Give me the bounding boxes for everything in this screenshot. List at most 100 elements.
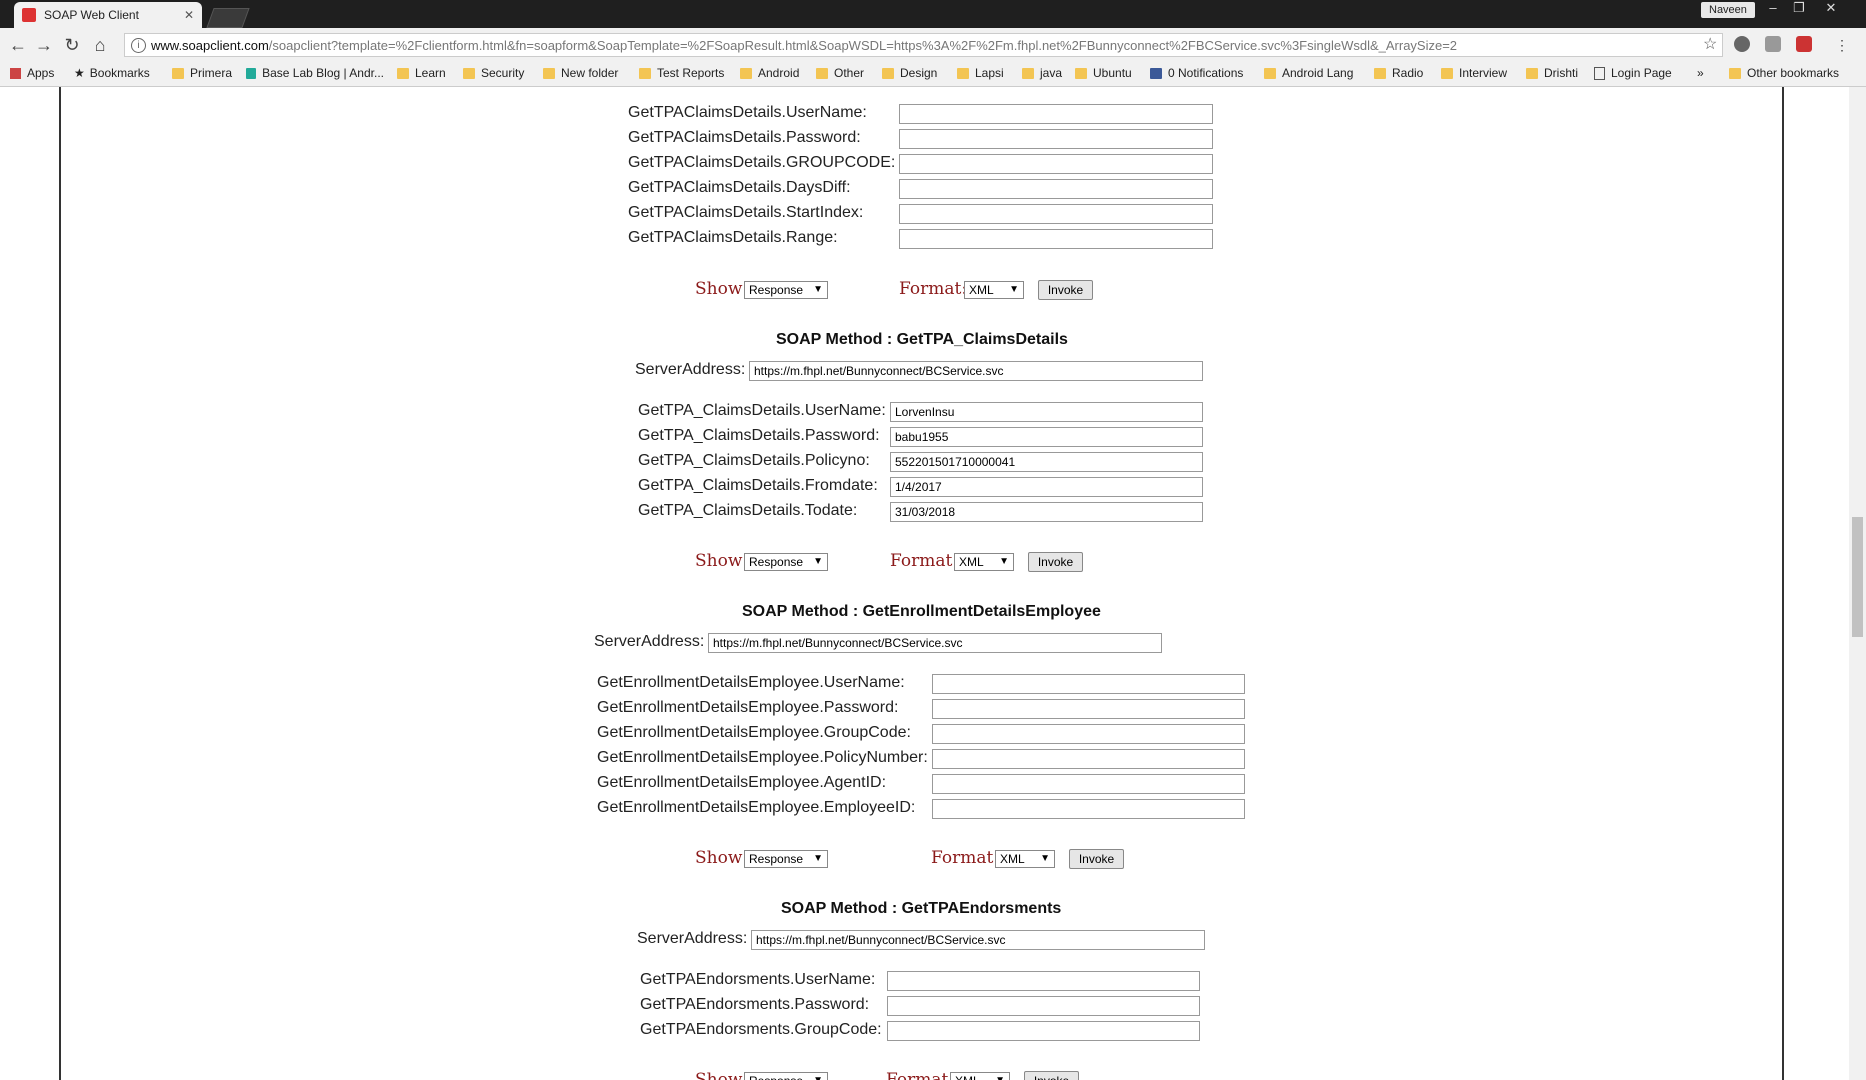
format-label: Format: (890, 551, 959, 571)
folder-icon (816, 67, 828, 79)
bookmarks-overflow-button[interactable]: » (1697, 66, 1704, 80)
bookmark-item[interactable]: 0 Notifications (1150, 66, 1243, 80)
password-input[interactable] (890, 427, 1203, 447)
bookmark-folder[interactable]: Security (463, 66, 524, 80)
tab-title: SOAP Web Client (44, 8, 139, 22)
bookmark-folder[interactable]: Ubuntu (1075, 66, 1132, 80)
star-icon: ★ (74, 66, 85, 80)
startindex-input[interactable] (899, 204, 1213, 224)
format-select[interactable]: XML▼ (995, 850, 1055, 868)
range-input[interactable] (899, 229, 1213, 249)
groupcode-input[interactable] (899, 154, 1213, 174)
close-window-icon[interactable]: ✕ (1818, 0, 1844, 16)
username-input[interactable] (890, 402, 1203, 422)
folder-icon (639, 67, 651, 79)
bookmark-item[interactable]: Base Lab Blog | Andr... (246, 66, 384, 80)
adblock-icon[interactable] (1796, 36, 1812, 52)
back-icon[interactable]: ← (6, 34, 30, 56)
bookmark-folder[interactable]: Test Reports (639, 66, 724, 80)
browser-tab[interactable]: SOAP Web Client ✕ (14, 2, 202, 28)
invoke-button[interactable]: Invoke (1024, 1071, 1079, 1080)
username-input[interactable] (932, 674, 1245, 694)
profile-button[interactable]: Naveen (1701, 2, 1755, 18)
field-label: GetTPAEndorsments.Password: (640, 996, 870, 1013)
policyno-input[interactable] (890, 452, 1203, 472)
format-label: Format: (931, 848, 1000, 868)
home-icon[interactable]: ⌂ (88, 34, 112, 56)
extension-icon[interactable] (1734, 36, 1750, 52)
extension-icon[interactable] (1765, 36, 1781, 52)
field-label: GetTPA_ClaimsDetails.Password: (638, 427, 880, 444)
bookmark-item[interactable]: ★ Bookmarks (74, 66, 150, 80)
dropdown-arrow-icon: ▼ (1009, 284, 1019, 295)
tab-close-icon[interactable]: ✕ (184, 8, 194, 22)
server-address-input[interactable] (751, 930, 1205, 950)
show-select[interactable]: Response▼ (744, 1072, 828, 1080)
password-input[interactable] (899, 129, 1213, 149)
address-bar[interactable]: i www.soapclient.com/soapclient?template… (124, 33, 1723, 57)
bookmark-folder[interactable]: Lapsi (957, 66, 1004, 80)
field-label: GetEnrollmentDetailsEmployee.Password: (597, 699, 899, 716)
password-input[interactable] (932, 699, 1245, 719)
forward-icon[interactable]: → (32, 34, 56, 56)
field-label: GetTPAClaimsDetails.DaysDiff: (628, 179, 851, 196)
bookmark-folder[interactable]: Design (882, 66, 937, 80)
folder-icon (957, 67, 969, 79)
site-info-icon[interactable]: i (131, 38, 146, 53)
password-input[interactable] (887, 996, 1200, 1016)
field-label: GetEnrollmentDetailsEmployee.UserName: (597, 674, 905, 691)
username-input[interactable] (899, 104, 1213, 124)
show-select[interactable]: Response▼ (744, 281, 828, 299)
groupcode-input[interactable] (887, 1021, 1200, 1041)
invoke-button[interactable]: Invoke (1069, 849, 1124, 869)
invoke-button[interactable]: Invoke (1038, 280, 1093, 300)
field-label: GetTPAEndorsments.UserName: (640, 971, 876, 988)
menu-kebab-icon[interactable]: ⋮ (1830, 34, 1854, 56)
folder-icon (543, 67, 555, 79)
show-label: Show: (695, 848, 749, 868)
employeeid-input[interactable] (932, 799, 1245, 819)
bookmark-folder[interactable]: Interview (1441, 66, 1507, 80)
field-label: GetTPAClaimsDetails.Range: (628, 229, 838, 246)
bookmark-folder[interactable]: New folder (543, 66, 618, 80)
bookmark-folder[interactable]: Learn (397, 66, 446, 80)
minimize-icon[interactable]: – (1760, 0, 1786, 16)
server-address-input[interactable] (708, 633, 1162, 653)
daysdiff-input[interactable] (899, 179, 1213, 199)
bookmark-folder[interactable]: Other (816, 66, 864, 80)
other-bookmarks-folder[interactable]: Other bookmarks (1729, 66, 1839, 80)
bookmark-item[interactable]: Login Page (1594, 66, 1672, 80)
format-select[interactable]: XML▼ (950, 1072, 1010, 1080)
format-select[interactable]: XML▼ (954, 553, 1014, 571)
folder-icon (397, 67, 409, 79)
bookmark-star-icon[interactable]: ☆ (1703, 34, 1717, 54)
invoke-button[interactable]: Invoke (1028, 552, 1083, 572)
server-address-input[interactable] (749, 361, 1203, 381)
fromdate-input[interactable] (890, 477, 1203, 497)
bookmark-folder[interactable]: Drishti (1526, 66, 1578, 80)
bookmark-folder[interactable]: Android Lang (1264, 66, 1353, 80)
bookmark-folder[interactable]: Radio (1374, 66, 1423, 80)
field-label: GetTPAClaimsDetails.Password: (628, 129, 861, 146)
policynumber-input[interactable] (932, 749, 1245, 769)
agentid-input[interactable] (932, 774, 1245, 794)
reload-icon[interactable]: ↻ (60, 34, 84, 56)
bookmark-folder[interactable]: java (1022, 66, 1062, 80)
todate-input[interactable] (890, 502, 1203, 522)
bookmark-folder[interactable]: Android (740, 66, 799, 80)
field-label: GetEnrollmentDetailsEmployee.AgentID: (597, 774, 887, 791)
server-address-label: ServerAddress: (594, 633, 705, 650)
format-select[interactable]: XML▼ (964, 281, 1024, 299)
dropdown-arrow-icon: ▼ (1040, 853, 1050, 864)
method-heading: SOAP Method : GetTPAEndorsments (781, 900, 1062, 917)
username-input[interactable] (887, 971, 1200, 991)
restore-icon[interactable]: ❐ (1786, 0, 1812, 16)
scrollbar-thumb[interactable] (1852, 517, 1863, 637)
apps-shortcut[interactable]: Apps (10, 66, 54, 80)
show-select[interactable]: Response▼ (744, 553, 828, 571)
show-select[interactable]: Response▼ (744, 850, 828, 868)
groupcode-input[interactable] (932, 724, 1245, 744)
dropdown-arrow-icon: ▼ (813, 1073, 823, 1080)
bookmark-folder[interactable]: Primera (172, 66, 232, 80)
new-tab-button[interactable] (206, 8, 250, 28)
